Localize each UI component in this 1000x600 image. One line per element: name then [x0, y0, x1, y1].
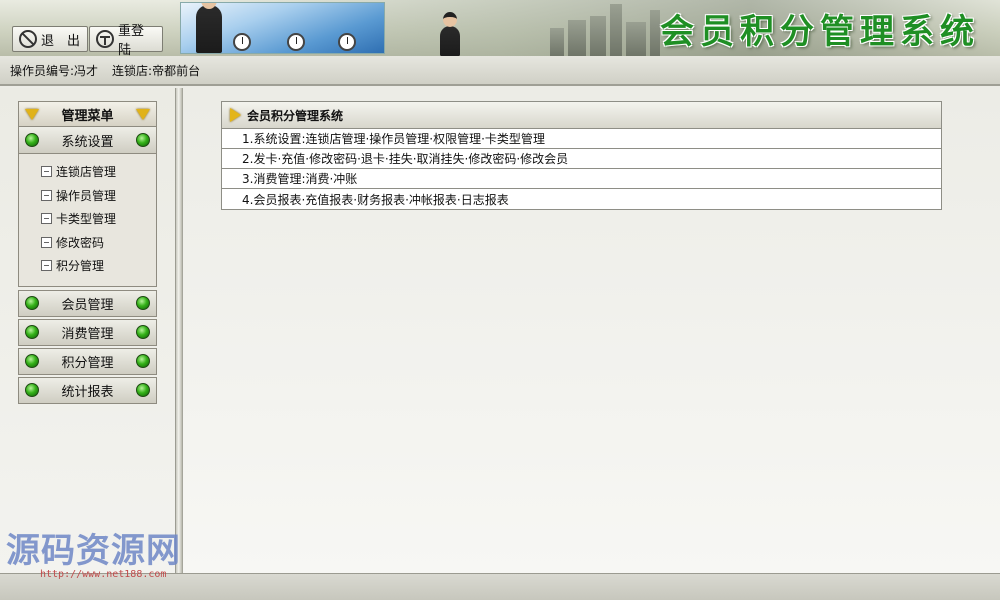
- nav-category-member-management[interactable]: 会员管理: [18, 289, 157, 317]
- nav-category-label: 系统设置: [61, 134, 114, 150]
- nav-item-label: 连锁店管理: [56, 165, 117, 180]
- relogin-label: 重登陆: [118, 24, 145, 56]
- nav-menu: 管理菜单 系统设置 连锁店管理 操作员管理 卡类型管理 修改密码 积分管理 会员…: [18, 101, 157, 404]
- nav-category-label: 统计报表: [61, 384, 114, 400]
- businessman-figure: [440, 12, 460, 56]
- document-icon: [41, 260, 52, 272]
- nav-category-points-management[interactable]: 积分管理: [18, 347, 157, 375]
- frame-splitter[interactable]: [175, 88, 183, 573]
- nav-item-label: 卡类型管理: [56, 212, 117, 227]
- green-dot-icon: [136, 383, 150, 397]
- nav-menu-header[interactable]: 管理菜单: [18, 101, 157, 127]
- nav-item-change-password[interactable]: 修改密码: [41, 231, 156, 255]
- nav-category-system-settings[interactable]: 系统设置: [18, 127, 157, 154]
- store-info: 连锁店:帝都前台: [112, 63, 201, 78]
- header-banner: ✈ 退 出 重登陆 会员积分管理系统: [0, 0, 1000, 56]
- nav-category-label: 会员管理: [61, 297, 114, 313]
- document-icon: [41, 213, 52, 225]
- document-icon: [41, 236, 52, 248]
- watermark-text: 源码资源网: [6, 531, 181, 571]
- play-arrow-icon: [230, 108, 241, 122]
- system-title: 会员积分管理系统: [660, 11, 980, 52]
- relogin-icon: [96, 30, 114, 48]
- green-dot-icon: [136, 354, 150, 368]
- nav-item-points-management[interactable]: 积分管理: [41, 254, 156, 278]
- panel-row: 1.系统设置:连锁店管理·操作员管理·权限管理·卡类型管理: [222, 129, 941, 149]
- overview-panel: 会员积分管理系统 1.系统设置:连锁店管理·操作员管理·权限管理·卡类型管理 2…: [221, 101, 942, 210]
- green-dot-icon: [25, 354, 39, 368]
- nav-item-store-management[interactable]: 连锁店管理: [41, 160, 156, 184]
- triangle-down-icon: [135, 108, 150, 120]
- nav-item-operator-management[interactable]: 操作员管理: [41, 184, 156, 208]
- nav-menu-title: 管理菜单: [61, 108, 114, 124]
- panel-title: 会员积分管理系统: [247, 108, 344, 123]
- operator-info: 操作员编号:冯才: [10, 63, 99, 78]
- exit-icon: [19, 30, 37, 48]
- green-dot-icon: [136, 296, 150, 310]
- nav-item-label: 积分管理: [56, 259, 105, 274]
- banner-photo: ✈: [180, 2, 385, 54]
- nav-item-card-type-management[interactable]: 卡类型管理: [41, 207, 156, 231]
- nav-submenu-system-settings: 连锁店管理 操作员管理 卡类型管理 修改密码 积分管理: [18, 154, 157, 287]
- green-dot-icon: [136, 133, 150, 147]
- nav-category-consumption-management[interactable]: 消费管理: [18, 318, 157, 346]
- document-icon: [41, 166, 52, 178]
- green-dot-icon: [25, 383, 39, 397]
- info-bar: 操作员编号:冯才 连锁店:帝都前台: [0, 56, 1000, 86]
- triangle-down-icon: [25, 108, 39, 120]
- nav-category-statistics-reports[interactable]: 统计报表: [18, 376, 157, 404]
- green-dot-icon: [136, 325, 150, 339]
- exit-button[interactable]: 退 出: [12, 26, 88, 52]
- panel-header: 会员积分管理系统: [222, 102, 941, 129]
- exit-label: 退 出: [41, 33, 81, 49]
- green-dot-icon: [25, 325, 39, 339]
- nav-item-label: 操作员管理: [56, 188, 117, 203]
- relogin-button[interactable]: 重登陆: [89, 24, 163, 56]
- nav-category-label: 积分管理: [61, 355, 114, 371]
- watermark: 源码资源网 http://www.net188.com: [6, 531, 206, 580]
- green-dot-icon: [25, 296, 39, 310]
- nav-category-label: 消费管理: [61, 326, 114, 342]
- nav-item-label: 修改密码: [56, 235, 105, 250]
- green-dot-icon: [25, 133, 39, 147]
- panel-row: 4.会员报表·充值报表·财务报表·冲帐报表·日志报表: [242, 192, 509, 207]
- panel-row: 2.发卡·充值·修改密码·退卡·挂失·取消挂失·修改密码·修改会员: [222, 149, 941, 169]
- panel-row: 3.消费管理:消费·冲账: [222, 169, 941, 189]
- document-icon: [41, 189, 52, 201]
